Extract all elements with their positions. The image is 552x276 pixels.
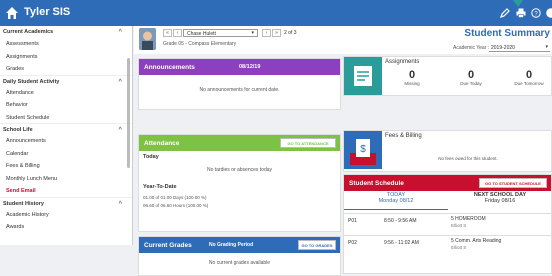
grades-header: Current Grades No Grading Period GO TO G… [139,237,340,253]
sidebar: Current Academics ^ Assessments Assignmen… [0,26,133,245]
schedule-header: Student Schedule GO TO STUDENT SCHEDULE [344,175,551,191]
schedule-row: P01 8:50 - 9:56 AM 5 HOMEROOM Elliott S [344,213,551,231]
sidebar-item-student-schedule[interactable]: Student Schedule [0,111,132,124]
sidebar-section-student-history[interactable]: Student History ^ [0,196,132,208]
missing-stat[interactable]: 0 Missing [392,69,432,86]
sidebar-section-school-life[interactable]: School Life ^ [0,123,132,134]
sidebar-item-academic-history[interactable]: Academic History [0,208,132,221]
go-to-attendance-button[interactable]: GO TO ATTENDANCE [280,138,336,148]
student-photo [139,28,156,50]
attendance-header: Attendance GO TO ATTENDANCE [139,135,340,151]
grades-card: Current Grades No Grading Period GO TO G… [138,236,341,276]
fees-billing-icon: $ [344,131,382,169]
student-bar: « ‹ Chase Hulett ▾ › » 2 of 3 Grade 05 - … [134,26,552,54]
go-to-student-schedule-button[interactable]: GO TO STUDENT SCHEDULE [479,178,547,188]
sidebar-item-behavior[interactable]: Behavior [0,98,132,111]
grade-school-label: Grade 05 - Compass Elementary [163,41,237,47]
chevron-down-icon: ▾ [545,44,548,50]
home-icon[interactable] [5,6,19,20]
edit-icon[interactable] [500,8,510,18]
page-title: Student Summary [464,28,550,39]
help-icon[interactable]: ? [531,8,541,18]
user-icon[interactable] [546,8,552,18]
announcements-empty: No announcements for current date. [199,87,280,93]
announcements-card: Announcements 08/12/19 No announcements … [138,58,341,110]
sidebar-item-calendar[interactable]: Calendar [0,147,132,160]
main-content: « ‹ Chase Hulett ▾ › » 2 of 3 Grade 05 - … [134,26,552,276]
attendance-card: Attendance GO TO ATTENDANCE Today No tar… [138,134,341,232]
chevron-down-icon: ▾ [251,30,254,36]
sidebar-item-attendance[interactable]: Attendance [0,86,132,99]
sidebar-item-assessments[interactable]: Assessments [0,37,132,50]
chevron-up-icon: ^ [118,29,122,35]
due-today-stat[interactable]: 0 Due Today [451,69,491,86]
fees-card: $ Fees & Billing No fees owed for this s… [343,130,552,172]
sidebar-section-current-academics[interactable]: Current Academics ^ [0,26,132,37]
next-student-button[interactable]: › [262,29,271,37]
prev-student-button[interactable]: ‹ [173,29,182,37]
sidebar-scrollbar[interactable] [127,58,130,168]
print-icon[interactable] [516,8,526,18]
cursor-pointer-icon [513,0,523,7]
chevron-up-icon: ^ [118,200,122,207]
sidebar-section-daily-student-activity[interactable]: Daily Student Activity ^ [0,74,132,86]
student-select[interactable]: Chase Hulett ▾ [183,29,258,37]
sidebar-item-announcements[interactable]: Announcements [0,134,132,147]
sidebar-item-assignments[interactable]: Assignments [0,50,132,63]
academic-year-label: Academic Year : [453,45,490,51]
fees-empty: No fees owed for this student. [438,156,498,161]
last-student-button[interactable]: » [272,29,281,37]
grades-empty: No current grades available [208,260,271,266]
due-tomorrow-stat[interactable]: 0 Due Tomorrow [509,69,549,86]
sidebar-item-send-email[interactable]: Send Email [0,184,132,197]
assignments-icon [344,57,382,95]
top-bar: Tyler SIS ? [0,0,552,26]
schedule-row: P02 9:56 - 11:02 AM 5 Comm. Arts Reading… [344,235,551,253]
sidebar-item-monthly-lunch-menu[interactable]: Monthly Lunch Menu [0,172,132,185]
first-student-button[interactable]: « [163,29,172,37]
academic-year-select[interactable]: 2019-2020 ▾ [489,43,550,52]
student-count: 2 of 3 [284,30,297,36]
chevron-up-icon: ^ [118,78,122,85]
svg-text:$: $ [360,144,366,155]
go-to-grades-button[interactable]: GO TO GRADES [298,240,336,250]
sidebar-item-fees-billing[interactable]: Fees & Billing [0,159,132,172]
sidebar-item-grades[interactable]: Grades [0,62,132,75]
app-title: Tyler SIS [24,6,71,18]
sidebar-item-awards[interactable]: Awards [0,220,132,233]
schedule-card: Student Schedule GO TO STUDENT SCHEDULE … [343,174,552,274]
announcements-header: Announcements 08/12/19 [139,59,340,75]
chevron-up-icon: ^ [118,127,122,133]
assignments-card: Assignments 0 Missing 0 Due Today 0 Due Tom… [343,56,552,96]
